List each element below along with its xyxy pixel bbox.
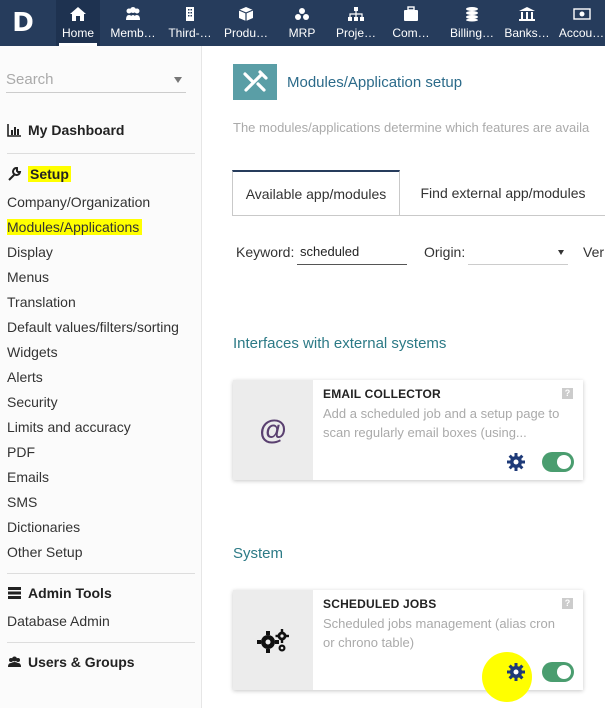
server-icon	[8, 587, 21, 599]
sidebar-item-widgets[interactable]: Widgets	[7, 344, 58, 360]
bank-icon	[519, 7, 535, 21]
version-label: Ver	[583, 244, 605, 260]
sidebar-item-translation[interactable]: Translation	[7, 294, 76, 310]
sidebar-item-database-admin[interactable]: Database Admin	[7, 613, 110, 629]
search-input[interactable]: Search	[6, 71, 186, 93]
nav-label: Com…	[392, 26, 430, 40]
tab-available-modules[interactable]: Available app/modules	[232, 170, 400, 216]
nav-products[interactable]: Produ…	[221, 0, 271, 46]
search-placeholder: Search	[6, 71, 54, 88]
sidebar-item-pdf[interactable]: PDF	[7, 444, 35, 460]
nav-label: Banks…	[504, 26, 550, 40]
module-enable-toggle[interactable]	[542, 452, 574, 472]
sidebar-item-sms[interactable]: SMS	[7, 494, 37, 510]
users-icon	[8, 656, 21, 667]
sidebar-item-menus[interactable]: Menus	[7, 269, 49, 285]
nav-label: Accou…	[558, 26, 605, 40]
module-icon-box	[233, 590, 313, 690]
group-title-system: System	[233, 545, 284, 562]
menu-label: Admin Tools	[28, 585, 112, 601]
nav-label: Billing…	[449, 26, 494, 40]
gear-icon[interactable]	[506, 662, 526, 682]
help-icon[interactable]: ?	[562, 598, 573, 609]
nav-accounting[interactable]: Accou…	[558, 0, 605, 46]
nav-label: Proje…	[335, 26, 376, 40]
sidebar-item-label: Modules/Applications	[7, 219, 143, 235]
nav-commercial[interactable]: Com…	[390, 0, 432, 46]
chart-icon	[7, 124, 21, 137]
cube-icon	[238, 7, 254, 21]
divider	[7, 642, 195, 643]
nav-projects[interactable]: Proje…	[332, 0, 380, 46]
suitcase-icon	[404, 6, 418, 21]
main-content: Modules/Application setup The modules/ap…	[203, 46, 605, 708]
sidebar-item-display[interactable]: Display	[7, 244, 53, 260]
home-icon	[70, 7, 86, 21]
divider	[7, 573, 195, 574]
module-icon-box: @	[233, 380, 313, 480]
module-title: SCHEDULED JOBS	[323, 597, 437, 611]
building-icon	[186, 7, 194, 21]
sidebar-item-default-values[interactable]: Default values/filters/sorting	[7, 319, 179, 335]
menu-label: Users & Groups	[28, 654, 135, 670]
users-icon	[126, 7, 140, 20]
group-title-interfaces: Interfaces with external systems	[233, 335, 447, 352]
menu-my-dashboard[interactable]: My Dashboard	[7, 122, 124, 138]
sidebar-item-alerts[interactable]: Alerts	[7, 369, 43, 385]
nav-label: Home	[56, 26, 100, 46]
help-icon[interactable]: ?	[562, 388, 573, 399]
menu-label: Setup	[28, 166, 71, 182]
module-title: EMAIL COLLECTOR	[323, 387, 441, 401]
menu-users-groups[interactable]: Users & Groups	[7, 654, 135, 670]
gear-icon[interactable]	[506, 452, 526, 472]
nav-banks[interactable]: Banks…	[502, 0, 552, 46]
top-navbar: D Home Memb… Third-… Produ… MRP Proje… C…	[0, 0, 605, 46]
sidebar-item-emails[interactable]: Emails	[7, 469, 49, 485]
divider	[7, 153, 195, 154]
sidebar-item-security[interactable]: Security	[7, 394, 58, 410]
nav-members[interactable]: Memb…	[108, 0, 158, 46]
menu-admin-tools[interactable]: Admin Tools	[7, 585, 112, 601]
origin-select[interactable]	[468, 239, 568, 265]
nav-label: Memb…	[110, 26, 156, 40]
menu-label: My Dashboard	[28, 122, 125, 138]
module-card-email-collector: @ EMAIL COLLECTOR Add a scheduled job an…	[233, 380, 583, 480]
sidebar-item-company[interactable]: Company/Organization	[7, 194, 150, 210]
sidebar-item-dictionaries[interactable]: Dictionaries	[7, 519, 80, 535]
money-icon	[572, 8, 591, 20]
nav-label: Produ…	[223, 26, 269, 40]
page-title: Modules/Application setup	[287, 74, 463, 91]
at-sign-icon: @	[259, 414, 287, 445]
tab-divider	[232, 215, 605, 216]
tools-icon	[233, 64, 277, 100]
nav-label: MRP	[288, 26, 316, 40]
origin-label: Origin:	[424, 244, 466, 260]
nav-mrp[interactable]: MRP	[282, 0, 322, 46]
module-description: Scheduled jobs management (alias cron or…	[323, 616, 555, 650]
nav-label: Third-…	[168, 26, 212, 40]
chevron-down-icon[interactable]	[174, 77, 182, 83]
module-description: Add a scheduled job and a setup page to …	[323, 406, 560, 440]
page-description: The modules/applications determine which…	[233, 120, 590, 135]
menu-setup[interactable]: Setup	[7, 166, 71, 182]
wrench-icon	[8, 167, 22, 181]
nav-billing[interactable]: Billing…	[446, 0, 498, 46]
nav-home[interactable]: Home	[56, 0, 100, 46]
keyword-input[interactable]: scheduled	[297, 239, 407, 265]
tab-find-external-modules[interactable]: Find external app/modules	[408, 170, 598, 216]
keyword-label: Keyword:	[236, 244, 295, 260]
app-logo[interactable]: D	[0, 0, 46, 46]
module-enable-toggle[interactable]	[542, 662, 574, 682]
chevron-down-icon	[558, 250, 564, 255]
gears-icon	[257, 629, 289, 653]
sitemap-icon	[348, 7, 364, 21]
cubes-icon	[295, 8, 309, 20]
nav-thirdparty[interactable]: Third-…	[165, 0, 215, 46]
sidebar-item-limits[interactable]: Limits and accuracy	[7, 419, 131, 435]
sidebar-item-other-setup[interactable]: Other Setup	[7, 544, 83, 560]
sidebar-item-modules[interactable]: Modules/Applications	[7, 219, 143, 235]
left-sidebar: Search My Dashboard Setup Company/Organi…	[0, 46, 202, 708]
coins-icon	[466, 7, 478, 22]
